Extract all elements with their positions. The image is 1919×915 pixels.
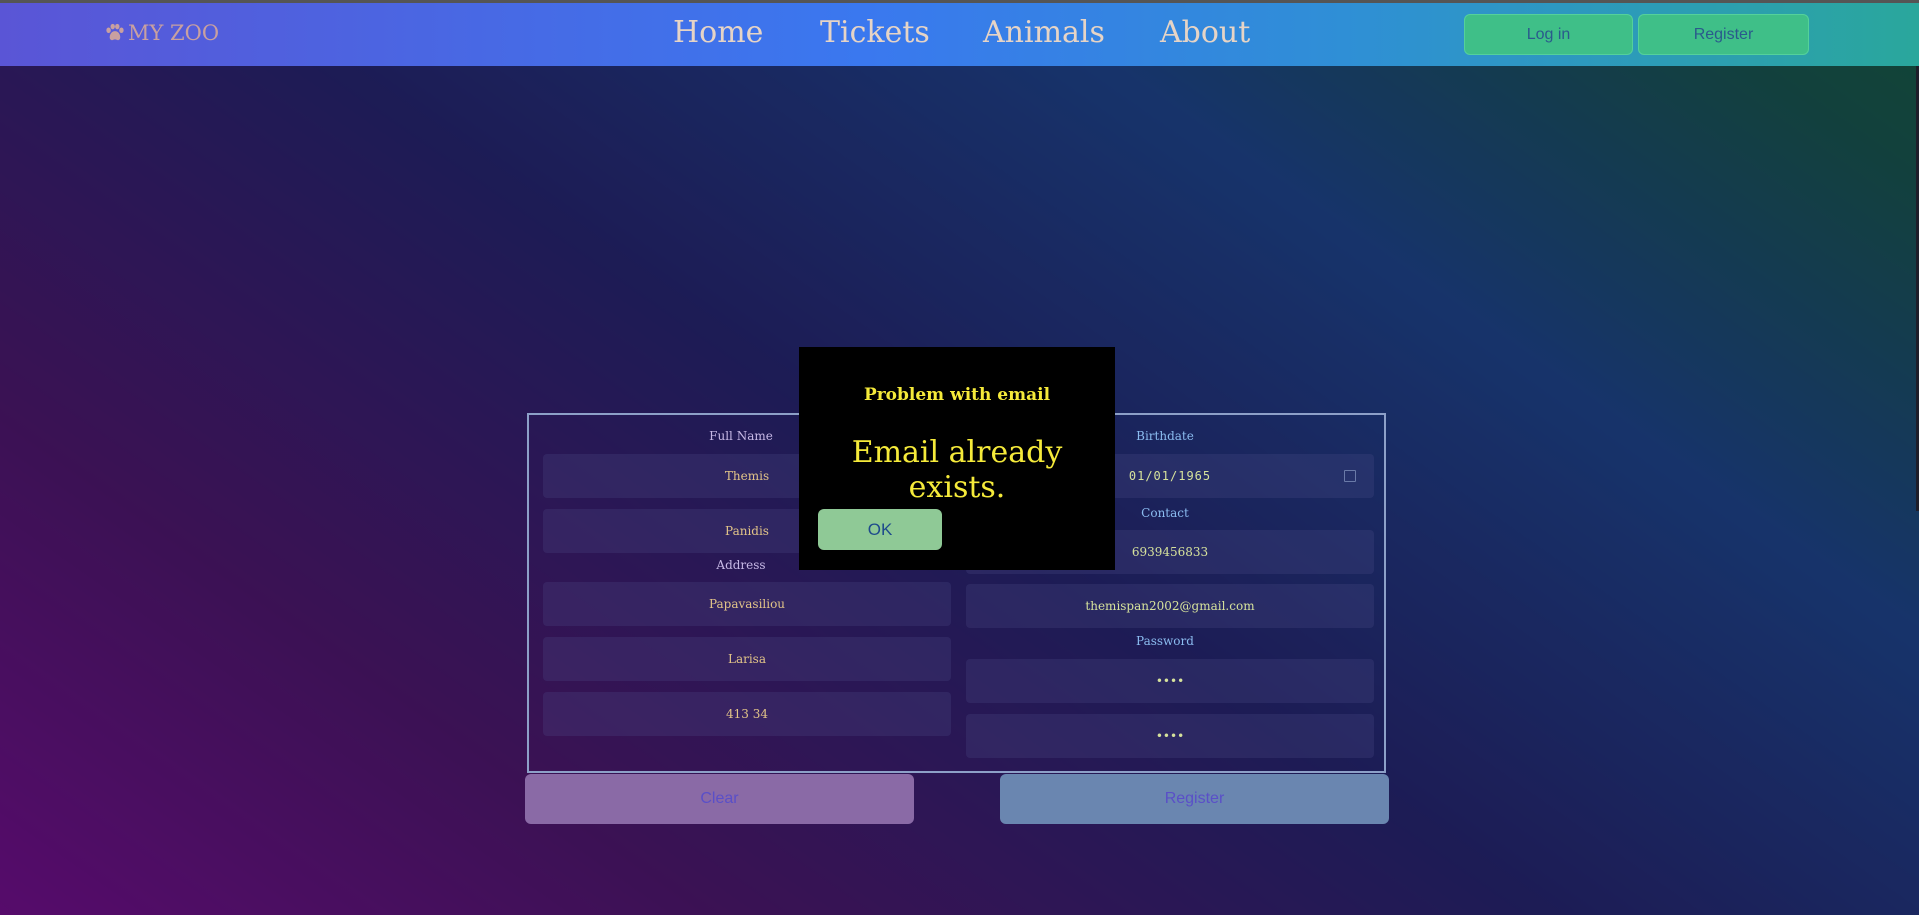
nav-tickets[interactable]: Tickets	[820, 15, 930, 50]
confirm-password-field[interactable]: ••••	[966, 714, 1374, 758]
error-dialog: Problem with email Email already exists.…	[799, 347, 1115, 570]
nav-home[interactable]: Home	[673, 15, 763, 50]
clear-button[interactable]: Clear	[525, 774, 914, 824]
calendar-icon[interactable]	[1344, 470, 1356, 482]
email-field[interactable]: themispan2002@gmail.com	[966, 584, 1374, 628]
ok-button[interactable]: OK	[818, 509, 942, 550]
login-button[interactable]: Log in	[1464, 14, 1633, 55]
register-button[interactable]: Register	[1000, 774, 1389, 824]
password-label: Password	[1136, 634, 1194, 648]
city-field[interactable]: Larisa	[543, 637, 951, 681]
nav-animals[interactable]: Animals	[983, 15, 1105, 50]
top-navbar: MY ZOO Home Tickets Animals About Log in…	[0, 0, 1919, 66]
dialog-title: Problem with email	[863, 385, 1051, 405]
nav-about[interactable]: About	[1160, 15, 1250, 50]
birthdate-value: 01/01/1965	[1128, 469, 1212, 483]
password-field[interactable]: ••••	[966, 659, 1374, 703]
zip-field[interactable]: 413 34	[543, 692, 951, 736]
street-field[interactable]: Papavasiliou	[543, 582, 951, 626]
dialog-message: Email already exists.	[851, 435, 1063, 505]
register-header-button[interactable]: Register	[1638, 14, 1809, 55]
